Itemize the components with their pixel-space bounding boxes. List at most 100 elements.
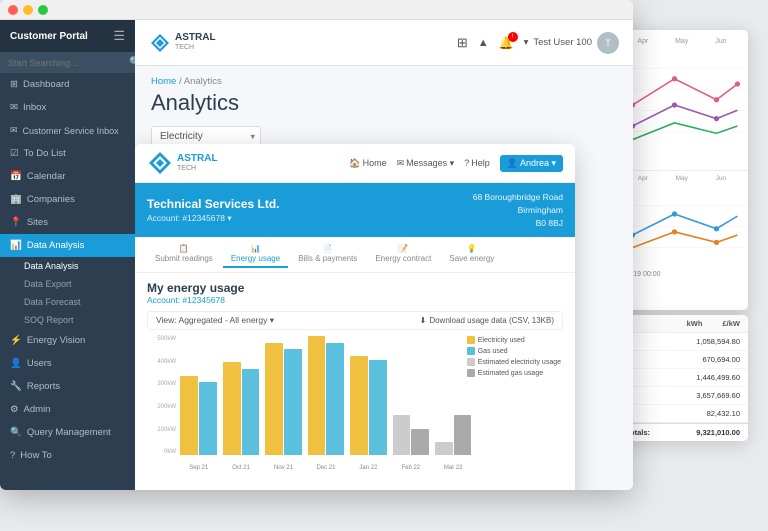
page-title: Analytics: [151, 90, 617, 116]
x-label: Feb 22: [391, 465, 430, 471]
bell-icon[interactable]: 🔔 !: [499, 36, 514, 50]
legend-elec-label: Electricity used: [478, 337, 525, 344]
x-label: Dec 21: [306, 465, 345, 471]
page-content: Home / Analytics Analytics Electricity G…: [135, 66, 633, 490]
subnav-save-energy[interactable]: 💡 Save energy: [441, 241, 502, 268]
calendar-icon: 📅: [10, 171, 22, 182]
x-label: Nov 21: [264, 465, 303, 471]
save-energy-icon: 💡: [467, 244, 477, 253]
bar-chart: 500kW 400kW 300kW 200kW 100kW 0kW: [147, 336, 563, 471]
chart-legend: Electricity used Gas used Estimated elec…: [467, 336, 561, 377]
energy-account-link[interactable]: Account: #12345678: [147, 295, 563, 305]
sidebar-item-query[interactable]: 🔍 Query Management: [0, 421, 135, 444]
data-row: 3,657,669.60: [618, 387, 748, 405]
window-close[interactable]: [8, 5, 18, 15]
y-label: 400kW: [147, 359, 179, 365]
user-menu[interactable]: ▾ Test User 100 T: [524, 32, 619, 54]
sidebar: Customer Portal ☰ 🔍 ⊞ Dashboard ✉: [0, 20, 135, 490]
breadcrumb-home[interactable]: Home /: [151, 76, 182, 87]
company-name: Technical Services Ltd.: [147, 197, 280, 211]
window-maximize[interactable]: [38, 5, 48, 15]
bills-icon: 📄: [323, 244, 333, 253]
company-address: 68 Boroughbridge Road Birmingham B0 8BJ: [473, 191, 563, 229]
sidebar-search-input[interactable]: [8, 58, 125, 68]
query-icon: 🔍: [10, 427, 22, 438]
bar-elec: [223, 362, 241, 455]
sidebar-item-admin[interactable]: ⚙ Admin: [0, 398, 135, 421]
astral-tech-logo-icon: [149, 32, 171, 54]
y-label: 200kW: [147, 404, 179, 410]
view-selector[interactable]: View: Aggregated - All energy ▾: [156, 315, 274, 326]
portal-sub-nav: 📋 Submit readings 📊 Energy usage 📄 Bills…: [135, 237, 575, 273]
sidebar-title: Customer Portal: [10, 30, 88, 43]
sidebar-sub-data-export[interactable]: Data Export: [0, 275, 135, 293]
breadcrumb: Home / Analytics: [151, 76, 617, 87]
x-label: Sep 21: [179, 465, 218, 471]
sidebar-item-data-analysis[interactable]: 📊 Data Analysis: [0, 234, 135, 257]
bar-gas-est: [454, 415, 472, 455]
topbar-logo: ASTRAL TECH: [149, 32, 216, 54]
breadcrumb-current: Analytics: [184, 76, 222, 87]
x-label: Mar 22: [434, 465, 473, 471]
user-label: Test User 100: [533, 37, 592, 48]
energy-title: My energy usage: [147, 281, 563, 295]
col-header-kwh: kWh: [687, 319, 703, 328]
total-value: 9,321,010.00: [696, 428, 740, 437]
chart-x-label2: Jun: [716, 175, 726, 182]
company-account[interactable]: Account: #12345678 ▾: [147, 213, 280, 224]
sidebar-item-sites[interactable]: 📍 Sites: [0, 211, 135, 234]
sidebar-item-users[interactable]: 👤 Users: [0, 352, 135, 375]
subnav-contract[interactable]: 📝 Energy contract: [367, 241, 439, 268]
data-row: 82,432.10: [618, 405, 748, 423]
sidebar-item-inbox[interactable]: ✉ Inbox: [0, 96, 135, 119]
avatar: T: [597, 32, 619, 54]
bar-elec-est: [393, 415, 411, 455]
admin-icon: ⚙: [10, 404, 19, 415]
subnav-submit[interactable]: 📋 Submit readings: [147, 241, 221, 268]
sidebar-sub-data-forecast[interactable]: Data Forecast: [0, 293, 135, 311]
portal-nav-messages[interactable]: ✉ Messages ▾: [397, 158, 455, 169]
sidebar-menu-icon[interactable]: ☰: [113, 28, 125, 44]
sidebar-item-reports[interactable]: 🔧 Reports: [0, 375, 135, 398]
sidebar-item-dashboard[interactable]: ⊞ Dashboard: [0, 73, 135, 96]
download-button[interactable]: ⬇ Download usage data (CSV, 13KB): [420, 316, 554, 325]
sidebar-item-cs-inbox[interactable]: ✉ Customer Service Inbox: [0, 119, 135, 142]
sidebar-item-howto[interactable]: ? How To: [0, 444, 135, 467]
bars-container: [179, 336, 473, 455]
energy-usage-icon: 📊: [251, 244, 261, 253]
legend-est-elec-icon: [467, 358, 475, 366]
sidebar-item-calendar[interactable]: 📅 Calendar: [0, 165, 135, 188]
bar-elec-est: [435, 442, 453, 455]
todo-icon: ☑: [10, 148, 19, 159]
portal-nav-home[interactable]: 🏠 Home: [349, 158, 386, 169]
energy-section: My energy usage Account: #12345678 View:…: [135, 273, 575, 479]
window-minimize[interactable]: [23, 5, 33, 15]
sidebar-sub-data-analysis[interactable]: Data Analysis: [0, 257, 135, 275]
legend-gas-icon: [467, 347, 475, 355]
x-label: Oct 21: [221, 465, 260, 471]
alert-icon[interactable]: ▲: [478, 37, 489, 49]
sidebar-item-energy-vision[interactable]: ⚡ Energy Vision: [0, 329, 135, 352]
portal-nav-user[interactable]: 👤 Andrea ▾: [500, 155, 563, 172]
users-icon: 👤: [10, 358, 22, 369]
right-data-panel: kWh £/kW 1,058,594.80 670,694.00 1,446,4…: [618, 315, 748, 441]
subnav-energy-usage[interactable]: 📊 Energy usage: [223, 241, 288, 268]
y-label: 500kW: [147, 336, 179, 342]
subnav-bills[interactable]: 📄 Bills & payments: [290, 241, 365, 268]
portal-nav-help[interactable]: ? Help: [464, 158, 490, 168]
portal-logo-line1: ASTRAL: [177, 153, 218, 165]
col-header-card: £/kW: [722, 319, 740, 328]
portal-logo-icon: [147, 150, 173, 176]
grid-icon[interactable]: ⊞: [457, 35, 468, 51]
sidebar-item-companies[interactable]: 🏢 Companies: [0, 188, 135, 211]
sidebar-sub-soq-report[interactable]: SOQ Report: [0, 311, 135, 329]
data-analysis-icon: 📊: [10, 240, 22, 251]
browser-window: Customer Portal ☰ 🔍 ⊞ Dashboard ✉: [0, 0, 633, 490]
sites-icon: 📍: [10, 217, 22, 228]
bar-elec: [308, 336, 326, 455]
x-label: Jan 22: [349, 465, 388, 471]
portal-topbar: ASTRAL TECH 🏠 Home: [135, 144, 575, 183]
sidebar-item-todo[interactable]: ☑ To Do List: [0, 142, 135, 165]
bar-gas: [242, 369, 260, 455]
portal-nav: 🏠 Home ✉ Messages ▾ ? Help: [349, 155, 563, 172]
